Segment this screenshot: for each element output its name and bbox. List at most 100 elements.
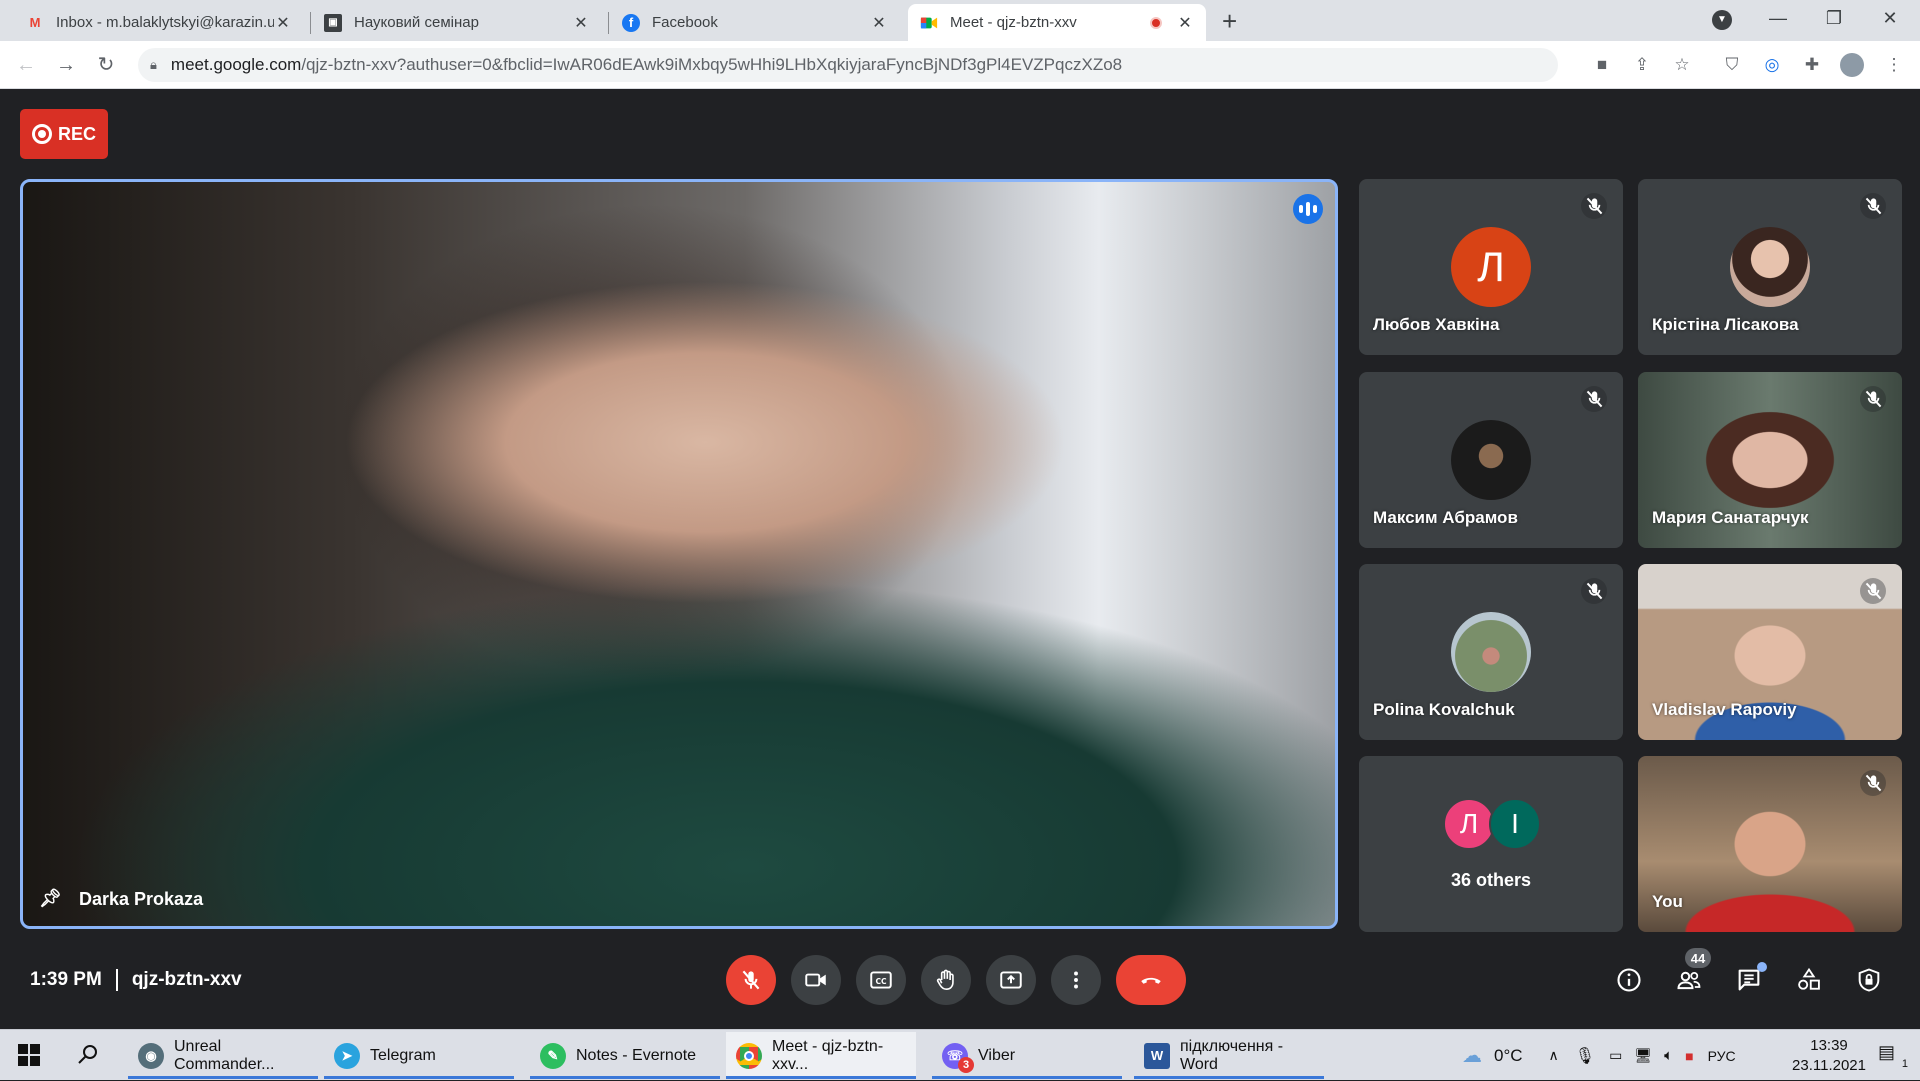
tab-classroom[interactable]: ▣ Науковий семінар ✕	[312, 4, 602, 41]
url-input[interactable]: 🔒︎ meet.google.com/qjz-bztn-xxv?authuser…	[138, 48, 1558, 82]
taskbar-item-label: Notes - Evernote	[576, 1046, 697, 1064]
leave-call-button[interactable]	[1116, 955, 1186, 1005]
host-controls-button[interactable]	[1851, 962, 1887, 998]
tab-separator	[608, 12, 609, 34]
more-options-button[interactable]	[1051, 955, 1101, 1005]
system-tray: ☁ 0°C ∧ 🎙︎ ▭ 🖥︎ 🔈︎ ■ РУС	[1462, 1030, 1736, 1081]
tray-chevron-up-icon[interactable]: ∧	[1549, 1047, 1559, 1064]
participant-tile[interactable]: Л Любов Хавкіна	[1359, 179, 1623, 355]
minimize-icon[interactable]: —	[1758, 8, 1798, 29]
activities-button[interactable]	[1791, 962, 1827, 998]
mic-off-icon	[1860, 578, 1886, 604]
windows-start-icon[interactable]	[18, 1044, 40, 1066]
main-speaker-name-row: 📌︎ Darka Prokaza	[39, 888, 203, 910]
present-screen-icon	[1000, 971, 1022, 989]
participant-name: You	[1652, 892, 1683, 911]
clock-date: 23.11.2021	[1792, 1057, 1866, 1074]
taskbar-item-unreal-commander[interactable]: ◉ Unreal Commander...	[128, 1032, 318, 1079]
participants-button[interactable]: 44	[1671, 948, 1711, 998]
mic-toggle-button[interactable]	[726, 955, 776, 1005]
mic-off-icon	[1860, 193, 1886, 219]
notifications-icon[interactable]: ▤ 1	[1878, 1042, 1908, 1070]
taskbar-item-viber[interactable]: ☏ 3 Viber	[932, 1032, 1122, 1079]
raise-hand-button[interactable]	[921, 955, 971, 1005]
more-vertical-icon	[1074, 971, 1078, 989]
weather-cloud-icon[interactable]: ☁	[1462, 1043, 1482, 1068]
participant-tile[interactable]: Мария Санатарчук	[1638, 372, 1902, 548]
taskbar-item-telegram[interactable]: ➤ Telegram	[324, 1032, 514, 1079]
avatar: Л	[1451, 227, 1531, 307]
close-tab-icon[interactable]: ✕	[274, 13, 292, 33]
new-tab-button[interactable]: +	[1222, 6, 1237, 37]
shield-extension-icon[interactable]: ⛉	[1720, 53, 1744, 77]
system-clock[interactable]: 13:39 23.11.2021	[1792, 1036, 1866, 1076]
others-tile[interactable]: Л І 36 others	[1359, 756, 1623, 932]
divider	[115, 969, 118, 991]
participant-name: Polina Kovalchuk	[1373, 700, 1515, 719]
search-icon[interactable]	[76, 1042, 102, 1068]
participant-tile[interactable]: Vladislav Rapoviy	[1638, 564, 1902, 740]
forward-icon[interactable]: →	[54, 53, 78, 77]
share-icon[interactable]: ⇪	[1630, 53, 1654, 77]
present-screen-button[interactable]	[986, 955, 1036, 1005]
camera-toggle-button[interactable]	[791, 955, 841, 1005]
main-speaker-video[interactable]: 📌︎ Darka Prokaza	[20, 179, 1338, 929]
input-language[interactable]: РУС	[1708, 1048, 1736, 1064]
vpn-extension-icon[interactable]: ◎	[1760, 53, 1784, 77]
close-tab-icon[interactable]: ✕	[572, 13, 590, 33]
tab-search-icon[interactable]: ▼	[1712, 10, 1732, 30]
viber-icon: ☏ 3	[942, 1042, 974, 1073]
camera-blocked-icon[interactable]: ■	[1590, 53, 1614, 77]
clock-time: 13:39	[1810, 1037, 1848, 1054]
profile-avatar[interactable]	[1840, 53, 1864, 77]
back-icon[interactable]: ←	[14, 53, 38, 77]
weather-temperature[interactable]: 0°C	[1494, 1046, 1523, 1066]
tab-title: Inbox - m.balaklytskyi@karazin.u	[56, 14, 274, 31]
antivirus-tray-icon[interactable]: ■	[1685, 1048, 1693, 1064]
lock-icon: 🔒︎	[150, 57, 157, 72]
chat-button[interactable]	[1731, 962, 1767, 998]
mic-off-icon	[1581, 386, 1607, 412]
others-count-label: 36 others	[1450, 870, 1532, 890]
participant-tile[interactable]: Максим Абрамов	[1359, 372, 1623, 548]
maximize-icon[interactable]: ❐	[1814, 8, 1854, 29]
network-icon[interactable]: 🖥︎	[1634, 1047, 1652, 1064]
close-tab-icon[interactable]: ✕	[870, 13, 888, 33]
tab-title: Facebook	[652, 14, 718, 31]
participant-tile[interactable]: Polina Kovalchuk	[1359, 564, 1623, 740]
tab-facebook[interactable]: f Facebook ✕	[610, 4, 900, 41]
taskbar-item-evernote[interactable]: ✎ Notes - Evernote	[530, 1032, 720, 1079]
meeting-details-button[interactable]	[1611, 962, 1647, 998]
microphone-tray-icon[interactable]: 🎙︎	[1575, 1046, 1595, 1066]
windows-taskbar: ◉ Unreal Commander... ➤ Telegram ✎ Notes…	[0, 1029, 1920, 1080]
pin-icon[interactable]: 📌︎	[39, 888, 62, 910]
tab-title: Науковий семінар	[354, 14, 479, 31]
tab-separator	[310, 12, 311, 34]
reload-icon[interactable]: ↻	[94, 53, 118, 77]
tab-meet[interactable]: Meet - qjz-bztn-xxv ✕	[908, 4, 1206, 41]
taskbar-item-chrome[interactable]: Meet - qjz-bztn-xxv...	[726, 1032, 916, 1079]
captions-button[interactable]: CC	[856, 955, 906, 1005]
participant-tile-self[interactable]: You	[1638, 756, 1902, 932]
volume-icon[interactable]: 🔈︎	[1664, 1047, 1673, 1064]
extensions-puzzle-icon[interactable]: ✚	[1800, 53, 1824, 77]
meeting-time: 1:39 PM	[30, 969, 102, 990]
browser-menu-icon[interactable]: ⋮	[1882, 53, 1906, 77]
tab-gmail[interactable]: M Inbox - m.balaklytskyi@karazin.u ✕	[14, 4, 304, 41]
end-call-icon	[1141, 977, 1161, 984]
avatar	[1451, 420, 1531, 500]
participant-tile[interactable]: Крістіна Лісакова	[1638, 179, 1902, 355]
activities-icon	[1798, 967, 1820, 990]
unread-dot	[1757, 962, 1767, 972]
battery-icon[interactable]: ▭	[1609, 1047, 1622, 1064]
viber-unread-badge: 3	[958, 1056, 974, 1073]
close-tab-icon[interactable]: ✕	[1176, 13, 1194, 33]
facebook-icon: f	[622, 13, 640, 32]
taskbar-item-label: Meet - qjz-bztn-xxv...	[772, 1037, 884, 1073]
close-window-icon[interactable]: ✕	[1870, 8, 1910, 29]
taskbar-item-word[interactable]: W підключення - Word	[1134, 1032, 1324, 1079]
unreal-commander-icon: ◉	[138, 1042, 164, 1069]
participant-name: Крістіна Лісакова	[1652, 315, 1799, 334]
bookmark-star-icon[interactable]: ☆	[1670, 53, 1694, 77]
chrome-icon	[736, 1042, 762, 1069]
